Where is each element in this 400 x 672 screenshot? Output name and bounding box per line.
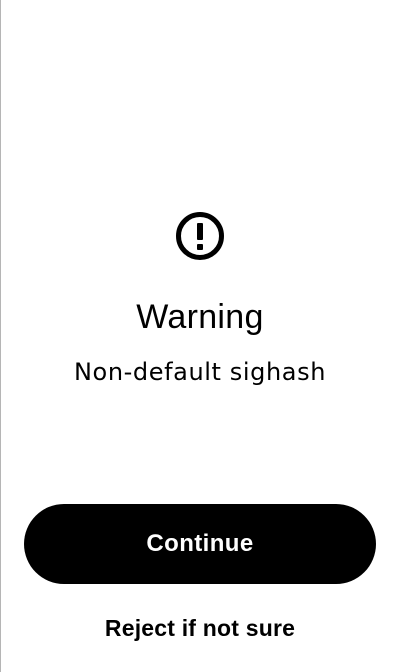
reject-button[interactable]: Reject if not sure: [40, 606, 360, 650]
continue-button[interactable]: Continue: [24, 504, 376, 584]
exclamation-circle-icon: [176, 212, 224, 260]
warning-message: Non-default sighash: [73, 358, 327, 386]
page-title: Warning: [136, 298, 264, 336]
